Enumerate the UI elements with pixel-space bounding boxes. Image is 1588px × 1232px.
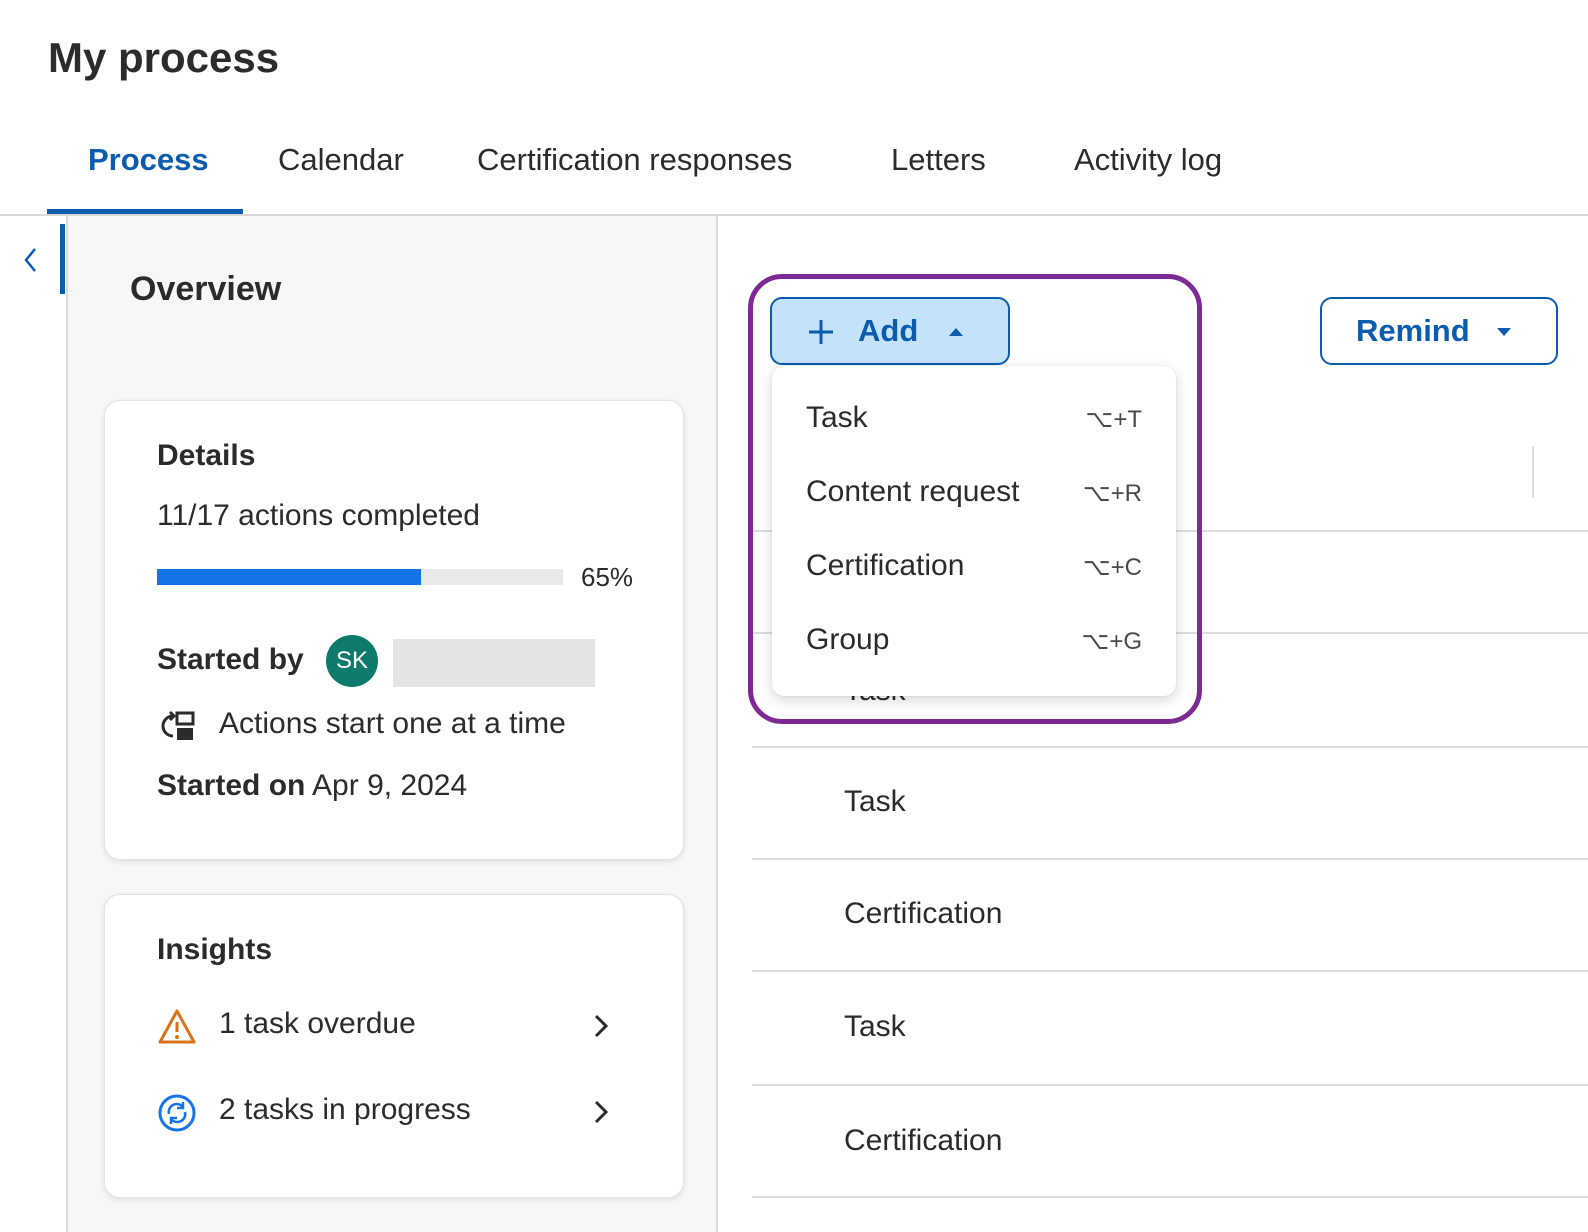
tab-activity-log[interactable]: Activity log (1074, 142, 1222, 178)
panel-rail-indicator (60, 224, 65, 294)
tab-process[interactable]: Process (88, 142, 209, 178)
chevron-right-icon (591, 1011, 611, 1041)
chevron-right-icon (591, 1097, 611, 1127)
started-on-date: Apr 9, 2024 (312, 769, 468, 802)
highlight-outline (748, 274, 1202, 724)
table-row[interactable]: Certification (752, 860, 1588, 972)
started-on-line: Started on Apr 9, 2024 (157, 769, 467, 803)
overview-heading: Overview (130, 270, 282, 308)
insight-overdue[interactable]: 1 task overdue (157, 1001, 617, 1051)
progress-percent: 65% (581, 562, 634, 592)
insights-card: Insights 1 task overdue 2 tasks in progr… (104, 894, 684, 1198)
insights-title: Insights (157, 933, 273, 966)
table-row[interactable]: Certification (752, 1086, 1588, 1198)
row-type-label: Task (844, 785, 906, 818)
active-tab-indicator (47, 209, 243, 214)
in-progress-icon (157, 1093, 197, 1133)
tab-bar: Process Calendar Certification responses… (0, 120, 1588, 216)
table-row[interactable]: Task (752, 748, 1588, 860)
page-title: My process (48, 34, 280, 81)
insight-in-progress[interactable]: 2 tasks in progress (157, 1087, 617, 1137)
remind-button[interactable]: Remind (1320, 297, 1558, 365)
tab-certification-responses[interactable]: Certification responses (477, 142, 792, 178)
column-divider (1532, 446, 1534, 498)
started-on-label: Started on (157, 769, 306, 802)
started-by-label: Started by (157, 643, 304, 676)
insight-in-progress-text: 2 tasks in progress (219, 1093, 471, 1126)
redacted-name (393, 639, 595, 687)
caret-down-icon (1494, 325, 1514, 339)
row-type-label: Certification (844, 1124, 1003, 1157)
tab-letters[interactable]: Letters (891, 142, 986, 178)
chevron-left-icon (24, 248, 36, 272)
avatar: SK (326, 635, 378, 687)
progress-bar-fill (157, 569, 421, 585)
warning-icon (157, 1007, 197, 1047)
actions-completed-text: 11/17 actions completed (157, 499, 480, 532)
collapse-panel-button[interactable] (14, 240, 48, 280)
row-type-label: Certification (844, 897, 1003, 930)
sequential-mode-text: Actions start one at a time (219, 707, 566, 740)
table-row[interactable]: Task (752, 972, 1588, 1086)
details-card: Details 11/17 actions completed 65% Star… (104, 400, 684, 860)
page: My process Process Calendar Certificatio… (0, 0, 1588, 1232)
progress-bar (157, 569, 563, 585)
row-type-label: Task (844, 1010, 906, 1043)
remind-button-label: Remind (1356, 313, 1470, 348)
avatar-initials: SK (335, 647, 368, 674)
details-title: Details (157, 439, 256, 472)
sequential-mode-icon (157, 709, 197, 743)
overview-panel: Overview Details 11/17 actions completed… (66, 216, 718, 1232)
insight-overdue-text: 1 task overdue (219, 1007, 416, 1040)
tab-calendar[interactable]: Calendar (278, 142, 404, 178)
